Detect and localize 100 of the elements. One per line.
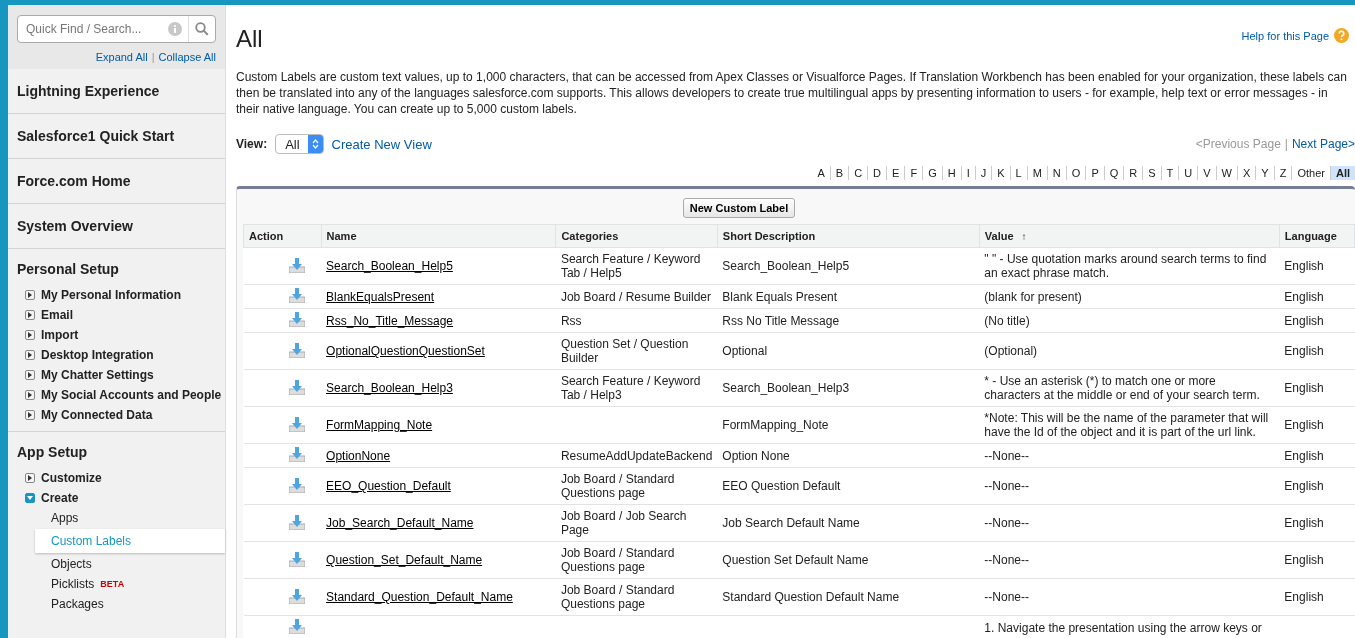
letter-filter[interactable]: I	[960, 166, 975, 180]
expand-toggle-icon[interactable]	[25, 350, 35, 360]
table-cell: Job Search Default Name	[722, 516, 860, 530]
next-page-link[interactable]: Next Page>	[1291, 137, 1355, 151]
column-header[interactable]: Value ↑	[979, 224, 1280, 248]
letter-filter[interactable]: N	[1046, 166, 1066, 180]
sidebar-item[interactable]: Email	[41, 308, 73, 322]
letter-filter[interactable]: M	[1026, 166, 1047, 180]
expand-toggle-icon[interactable]	[25, 330, 35, 340]
label-name-link[interactable]: Rss_No_Title_Message	[326, 313, 453, 328]
letter-filter[interactable]: Y	[1255, 166, 1274, 180]
table-cell: --None--	[984, 479, 1030, 493]
sidebar-item[interactable]: My Connected Data	[41, 408, 153, 422]
label-name-link[interactable]: BlankEqualsPresent	[326, 289, 435, 304]
download-icon[interactable]	[288, 587, 305, 604]
view-select[interactable]: All	[275, 134, 324, 154]
column-header[interactable]: Short Description	[717, 224, 980, 248]
label-name-link[interactable]: OptionalQuestionQuestionSet	[326, 344, 485, 358]
label-name-link[interactable]: OptionNone	[326, 448, 391, 463]
download-icon[interactable]	[288, 513, 305, 530]
label-name-link[interactable]: Search_Boolean_Help5	[326, 259, 453, 273]
help-icon[interactable]	[1334, 28, 1349, 43]
letter-filter[interactable]: A	[812, 166, 830, 180]
search-bar[interactable]: Quick Find / Search...	[17, 15, 216, 43]
letter-filter[interactable]: All	[1329, 166, 1355, 180]
expand-toggle-icon[interactable]	[25, 370, 35, 380]
label-name-link[interactable]: Standard_Question_Default_Name	[326, 590, 513, 604]
label-name-link[interactable]: Search_Boolean_Help3	[326, 381, 453, 395]
download-icon[interactable]	[288, 311, 305, 327]
sidebar-subitem[interactable]: Apps	[35, 508, 225, 528]
sidebar-item[interactable]: My Social Accounts and People	[41, 388, 222, 402]
collapse-toggle-icon[interactable]	[25, 493, 35, 503]
column-header[interactable]: Language	[1279, 224, 1355, 248]
letter-filter[interactable]: Q	[1103, 166, 1124, 180]
search-icon[interactable]	[195, 22, 209, 36]
letter-filter[interactable]: Other	[1291, 166, 1330, 180]
column-header[interactable]: Name	[321, 224, 556, 248]
table-cell: Search_Boolean_Help5	[722, 259, 850, 273]
letter-filter[interactable]: J	[974, 166, 992, 180]
sidebar-item[interactable]: Customize	[41, 471, 102, 485]
download-icon[interactable]	[288, 550, 305, 567]
letter-filter[interactable]: B	[829, 166, 849, 180]
download-icon[interactable]	[288, 256, 305, 273]
expand-all-link[interactable]: Expand All	[95, 51, 148, 63]
letter-filter[interactable]: C	[848, 166, 868, 180]
letter-filter[interactable]: T	[1160, 166, 1179, 180]
sidebar-header[interactable]: Lightning Experience	[8, 69, 225, 114]
label-name-link[interactable]: Job_Search_Default_Name	[326, 516, 474, 530]
download-icon[interactable]	[288, 618, 305, 634]
sidebar-subitem[interactable]: Picklists BETA	[35, 574, 225, 594]
help-link[interactable]: Help for this Page	[1241, 29, 1329, 42]
expand-toggle-icon[interactable]	[25, 473, 35, 483]
download-icon[interactable]	[288, 476, 305, 493]
sidebar-header[interactable]: System Overview	[8, 204, 225, 249]
download-icon[interactable]	[288, 287, 305, 303]
download-icon[interactable]	[288, 378, 305, 395]
letter-filter[interactable]: R	[1123, 166, 1143, 180]
sidebar-subitem[interactable]: Custom Labels	[35, 529, 225, 553]
letter-filter[interactable]: W	[1215, 166, 1237, 180]
label-name-link[interactable]: Question_Set_Default_Name	[326, 553, 483, 567]
table-cell: English	[1284, 516, 1324, 530]
sidebar-header[interactable]: Salesforce1 Quick Start	[8, 114, 225, 159]
label-name-link[interactable]: FormMapping_Note	[326, 418, 433, 432]
sidebar-item[interactable]: My Personal Information	[41, 288, 182, 302]
letter-filter[interactable]: S	[1142, 166, 1161, 180]
sidebar-header[interactable]: Force.com Home	[8, 159, 225, 204]
letter-filter[interactable]: G	[922, 166, 942, 180]
expand-toggle-icon[interactable]	[25, 290, 35, 300]
collapse-all-link[interactable]: Collapse All	[158, 51, 216, 63]
letter-filter[interactable]: Z	[1273, 166, 1292, 180]
create-view-link[interactable]: Create New View	[331, 136, 432, 152]
download-icon[interactable]	[288, 341, 305, 358]
new-custom-label-button[interactable]: New Custom Label	[682, 198, 796, 218]
sidebar-item[interactable]: Desktop Integration	[41, 348, 154, 362]
column-header[interactable]: Categories	[555, 224, 718, 248]
letter-filter[interactable]: U	[1178, 166, 1198, 180]
letter-filter[interactable]: E	[886, 166, 905, 180]
letter-filter[interactable]: X	[1237, 166, 1256, 180]
letter-filter[interactable]: V	[1197, 166, 1216, 180]
letter-filter[interactable]: F	[904, 166, 923, 180]
column-header[interactable]: Action	[243, 224, 322, 248]
quick-find-field[interactable]: Quick Find / Search...	[18, 22, 162, 36]
download-icon[interactable]	[288, 446, 305, 462]
label-name-link[interactable]: EEO_Question_Default	[326, 479, 451, 493]
sidebar-item[interactable]: Import	[41, 328, 79, 342]
expand-toggle-icon[interactable]	[25, 390, 35, 400]
expand-toggle-icon[interactable]	[25, 310, 35, 320]
sidebar-item[interactable]: My Chatter Settings	[41, 368, 154, 382]
sidebar-subitem[interactable]: Objects	[35, 554, 225, 574]
download-icon[interactable]	[288, 415, 305, 432]
letter-filter[interactable]: D	[867, 166, 887, 180]
sidebar-item[interactable]: Create	[41, 491, 79, 505]
expand-toggle-icon[interactable]	[25, 410, 35, 420]
letter-filter[interactable]: H	[941, 166, 961, 180]
letter-filter[interactable]: P	[1085, 166, 1104, 180]
letter-filter[interactable]: K	[991, 166, 1010, 180]
table-cell: English	[1284, 479, 1324, 493]
sidebar-subitem[interactable]: Packages	[35, 594, 225, 614]
letter-filter[interactable]: L	[1009, 166, 1027, 180]
letter-filter[interactable]: O	[1065, 166, 1086, 180]
